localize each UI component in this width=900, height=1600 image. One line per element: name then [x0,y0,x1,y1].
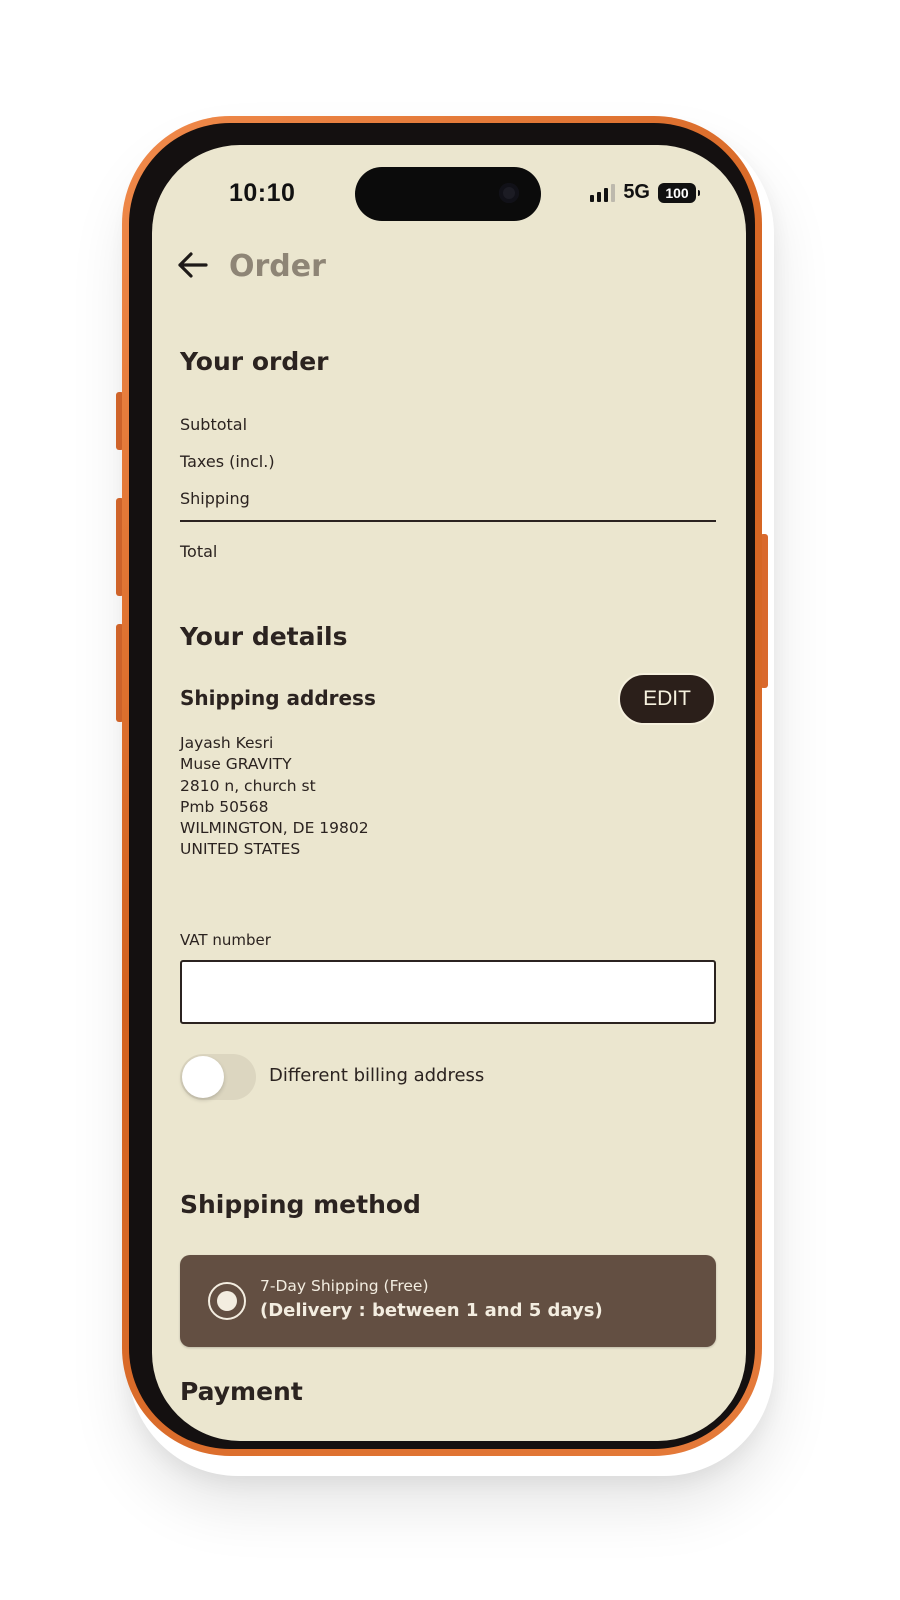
total-divider [180,520,716,522]
dynamic-island [355,167,541,221]
status-indicators: 5G 100 [590,181,700,204]
screen: 10:10 5G 100 Order Your order Subtotal T… [152,145,746,1441]
total-label: Total [180,542,218,561]
page-title: Order [229,249,326,284]
address-line: UNITED STATES [180,840,301,859]
address-line: Jayash Kesri [180,734,274,752]
address-line: Pmb 50568 [180,797,269,816]
order-heading: Your order [180,347,329,376]
signal-icon [590,183,616,202]
phone-bezel: 10:10 5G 100 Order Your order Subtotal T… [129,123,755,1449]
shipping-option-detail: (Delivery : between 1 and 5 days) [260,1300,603,1321]
taxes-label: Taxes (incl.) [180,452,275,471]
details-heading: Your details [180,622,348,651]
vat-number-input[interactable] [180,960,716,1024]
status-time: 10:10 [229,179,296,207]
stage: 10:10 5G 100 Order Your order Subtotal T… [0,0,900,1600]
address-line: 2810 n, church st [180,776,316,795]
toggle-knob [182,1056,224,1098]
payment-heading: Payment [180,1377,303,1406]
billing-address-toggle[interactable] [180,1054,256,1100]
shipping-address-label: Shipping address [180,686,376,710]
phone-frame: 10:10 5G 100 Order Your order Subtotal T… [122,116,762,1456]
battery-icon: 100 [658,182,700,203]
vat-label: VAT number [180,931,271,949]
radio-selected-icon[interactable] [208,1282,246,1320]
shipping-address: Jayash Kesri Muse GRAVITY 2810 n, church… [180,733,369,861]
subtotal-label: Subtotal [180,415,248,434]
network-label: 5G [623,181,650,203]
edit-address-button[interactable]: EDIT [618,673,716,725]
billing-toggle-label: Different billing address [269,1065,485,1086]
shipping-option-title: 7-Day Shipping (Free) [260,1277,429,1295]
address-line: WILMINGTON, DE 19802 [180,819,369,838]
arrow-left-icon[interactable] [172,245,212,285]
shipping-option[interactable]: 7-Day Shipping (Free) (Delivery : betwee… [180,1255,716,1347]
camera-icon [499,183,519,203]
address-line: Muse GRAVITY [180,755,292,774]
battery-level: 100 [665,184,689,201]
shipping-label: Shipping [180,489,250,508]
shipping-method-heading: Shipping method [180,1190,421,1219]
